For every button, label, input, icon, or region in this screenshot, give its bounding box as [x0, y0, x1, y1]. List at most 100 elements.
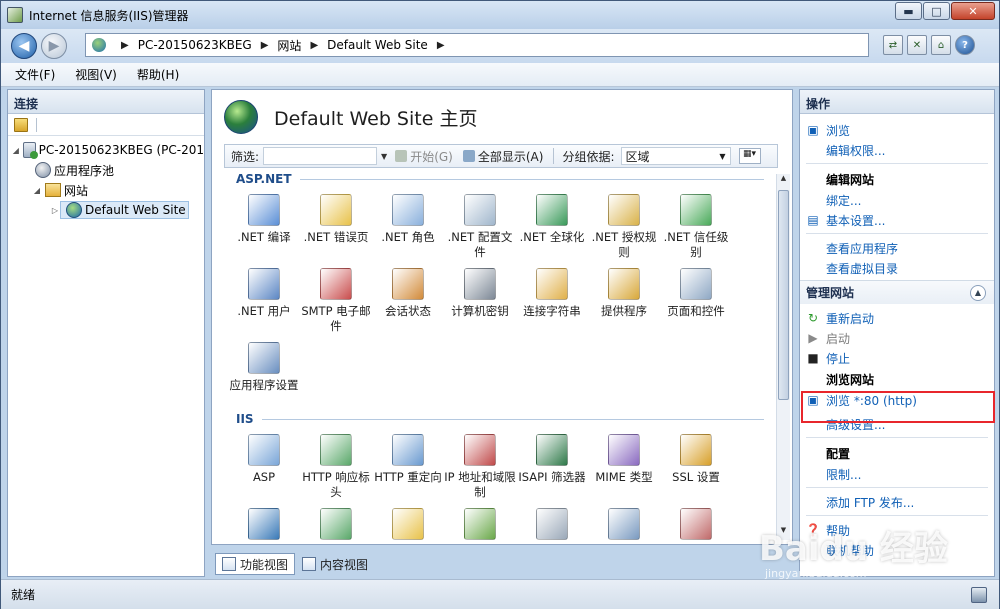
tree-item-server[interactable]: ◢ PC-20150623KBEG (PC-201: [12, 140, 204, 160]
address-bar[interactable]: ▶ PC-20150623KBEG ▶ 网站 ▶ Default Web Sit…: [85, 33, 869, 57]
feature-tile[interactable]: .NET 错误页: [300, 188, 372, 262]
back-button[interactable]: ◀: [11, 33, 37, 59]
feature-icon: [248, 508, 280, 540]
feature-icon: [464, 194, 496, 226]
action-start[interactable]: ▶ 启动: [806, 328, 988, 348]
vertical-scrollbar[interactable]: ▲ ▼: [776, 174, 790, 540]
feature-icon: [320, 508, 352, 540]
group-by-value: 区域: [625, 149, 650, 164]
feature-tile[interactable]: ASP: [228, 428, 300, 502]
breadcrumb-chevron-icon[interactable]: ▶: [261, 40, 269, 51]
feature-tile[interactable]: [300, 502, 372, 540]
tree-item-sites[interactable]: ◢ 网站: [12, 180, 204, 200]
help-icon[interactable]: ?: [955, 35, 975, 55]
features-pane: Default Web Site 主页 筛选: ▼ 开始(G) 全部显示(A) …: [211, 89, 793, 545]
menu-file[interactable]: 文件(F): [15, 66, 55, 83]
manage-site-header: 管理网站 ▲: [800, 280, 994, 304]
action-restart-label: 重新启动: [826, 311, 875, 326]
feature-label: 连接字符串: [523, 304, 581, 318]
action-view-apps[interactable]: 查看应用程序: [806, 238, 988, 258]
show-all-label: 全部显示(A): [477, 149, 544, 164]
action-basic-settings[interactable]: ▤ 基本设置...: [806, 210, 988, 230]
filter-toolbar: 筛选: ▼ 开始(G) 全部显示(A) 分组依据: 区域 ▼ ▦▾: [224, 144, 778, 168]
action-stop[interactable]: ■ 停止: [806, 348, 988, 368]
feature-label: .NET 错误页: [303, 230, 369, 244]
tab-content-view[interactable]: 内容视图: [295, 553, 375, 575]
section-browse-site: 浏览网站: [826, 372, 875, 387]
feature-tile[interactable]: [372, 502, 444, 540]
feature-tile[interactable]: .NET 信任级别: [660, 188, 732, 262]
action-add-ftp[interactable]: 添加 FTP 发布...: [806, 492, 988, 512]
breadcrumb-chevron-icon[interactable]: ▶: [121, 40, 129, 51]
feature-tile[interactable]: .NET 编译: [228, 188, 300, 262]
expand-arrow-icon[interactable]: ▷: [50, 206, 60, 215]
feature-tile[interactable]: [660, 502, 732, 540]
home-icon[interactable]: ⌂: [931, 35, 951, 55]
feature-tile[interactable]: MIME 类型: [588, 428, 660, 502]
show-all-icon: [462, 150, 475, 162]
feature-tile[interactable]: .NET 配置文件: [444, 188, 516, 262]
breadcrumb-sites[interactable]: 网站: [277, 37, 301, 54]
action-browse[interactable]: ▣ 浏览: [806, 120, 988, 140]
view-mode-button[interactable]: ▦▾: [738, 148, 761, 164]
tree-item-default-web-site[interactable]: ▷ Default Web Site: [12, 200, 204, 220]
feature-tile[interactable]: [444, 502, 516, 540]
feature-tile[interactable]: IP 地址和域限制: [444, 428, 516, 502]
actions-pane: 操作 ▣ 浏览 编辑权限... 编辑网站 绑定... ▤ 基本设置... 查看应用程…: [799, 89, 995, 577]
feature-label: 应用程序设置: [229, 378, 299, 392]
menu-view[interactable]: 视图(V): [75, 66, 117, 83]
collapse-arrow-icon[interactable]: ◢: [12, 146, 20, 155]
feature-tile[interactable]: [516, 502, 588, 540]
breadcrumb-server[interactable]: PC-20150623KBEG: [138, 38, 252, 52]
scroll-thumb[interactable]: [778, 190, 789, 400]
close-button[interactable]: ✕: [951, 2, 995, 20]
collapse-chevron-icon[interactable]: ▲: [970, 284, 986, 301]
feature-tile[interactable]: 会话状态: [372, 262, 444, 336]
group-by-select[interactable]: 区域 ▼: [620, 147, 731, 165]
feature-tile[interactable]: SMTP 电子邮件: [300, 262, 372, 336]
feature-tile[interactable]: 计算机密钥: [444, 262, 516, 336]
show-all-button[interactable]: 全部显示(A): [462, 148, 544, 165]
feature-tile[interactable]: 应用程序设置: [228, 336, 300, 410]
action-view-vdirs[interactable]: 查看虚拟目录: [806, 258, 988, 278]
connections-toolbar: [8, 114, 204, 136]
feature-tile[interactable]: .NET 角色: [372, 188, 444, 262]
feature-tile[interactable]: 提供程序: [588, 262, 660, 336]
menu-help[interactable]: 帮助(H): [137, 66, 179, 83]
start-filter-button[interactable]: 开始(G): [395, 148, 453, 165]
feature-tile[interactable]: .NET 授权规则: [588, 188, 660, 262]
breadcrumb-chevron-icon[interactable]: ▶: [437, 40, 445, 51]
feature-label: .NET 信任级别: [663, 230, 729, 259]
action-limits[interactable]: 限制...: [806, 464, 988, 484]
connect-icon[interactable]: [14, 117, 28, 132]
breadcrumb-chevron-icon[interactable]: ▶: [310, 40, 318, 51]
feature-tile[interactable]: HTTP 响应标头: [300, 428, 372, 502]
feature-tile[interactable]: .NET 全球化: [516, 188, 588, 262]
refresh-icon[interactable]: ⇄: [883, 35, 903, 55]
tab-features-view[interactable]: 功能视图: [215, 553, 296, 575]
action-restart[interactable]: ↻ 重新启动: [806, 308, 988, 328]
tree-label-default-web-site: Default Web Site: [85, 203, 186, 217]
feature-label: .NET 用户: [237, 304, 291, 318]
tree-item-app-pools[interactable]: 应用程序池: [12, 160, 204, 180]
filter-dropdown-icon[interactable]: ▼: [381, 152, 387, 161]
features-view-icon: [222, 557, 236, 571]
feature-tile[interactable]: .NET 用户: [228, 262, 300, 336]
feature-tile[interactable]: ISAPI 筛选器: [516, 428, 588, 502]
forward-button[interactable]: ▶: [41, 33, 67, 59]
feature-tile[interactable]: HTTP 重定向: [372, 428, 444, 502]
feature-tile[interactable]: 页面和控件: [660, 262, 732, 336]
feature-tile[interactable]: [588, 502, 660, 540]
collapse-arrow-icon[interactable]: ◢: [32, 186, 42, 195]
maximize-button[interactable]: □: [923, 2, 950, 20]
scroll-up-icon[interactable]: ▲: [777, 174, 790, 188]
breadcrumb-default-web-site[interactable]: Default Web Site: [327, 38, 428, 52]
feature-tile[interactable]: [228, 502, 300, 540]
filter-input[interactable]: [263, 147, 378, 165]
feature-tile[interactable]: 连接字符串: [516, 262, 588, 336]
stop-icon[interactable]: ✕: [907, 35, 927, 55]
minimize-button[interactable]: ▬: [895, 2, 922, 20]
feature-tile[interactable]: SSL 设置: [660, 428, 732, 502]
action-edit-permissions[interactable]: 编辑权限...: [806, 140, 988, 160]
action-bindings[interactable]: 绑定...: [806, 190, 988, 210]
